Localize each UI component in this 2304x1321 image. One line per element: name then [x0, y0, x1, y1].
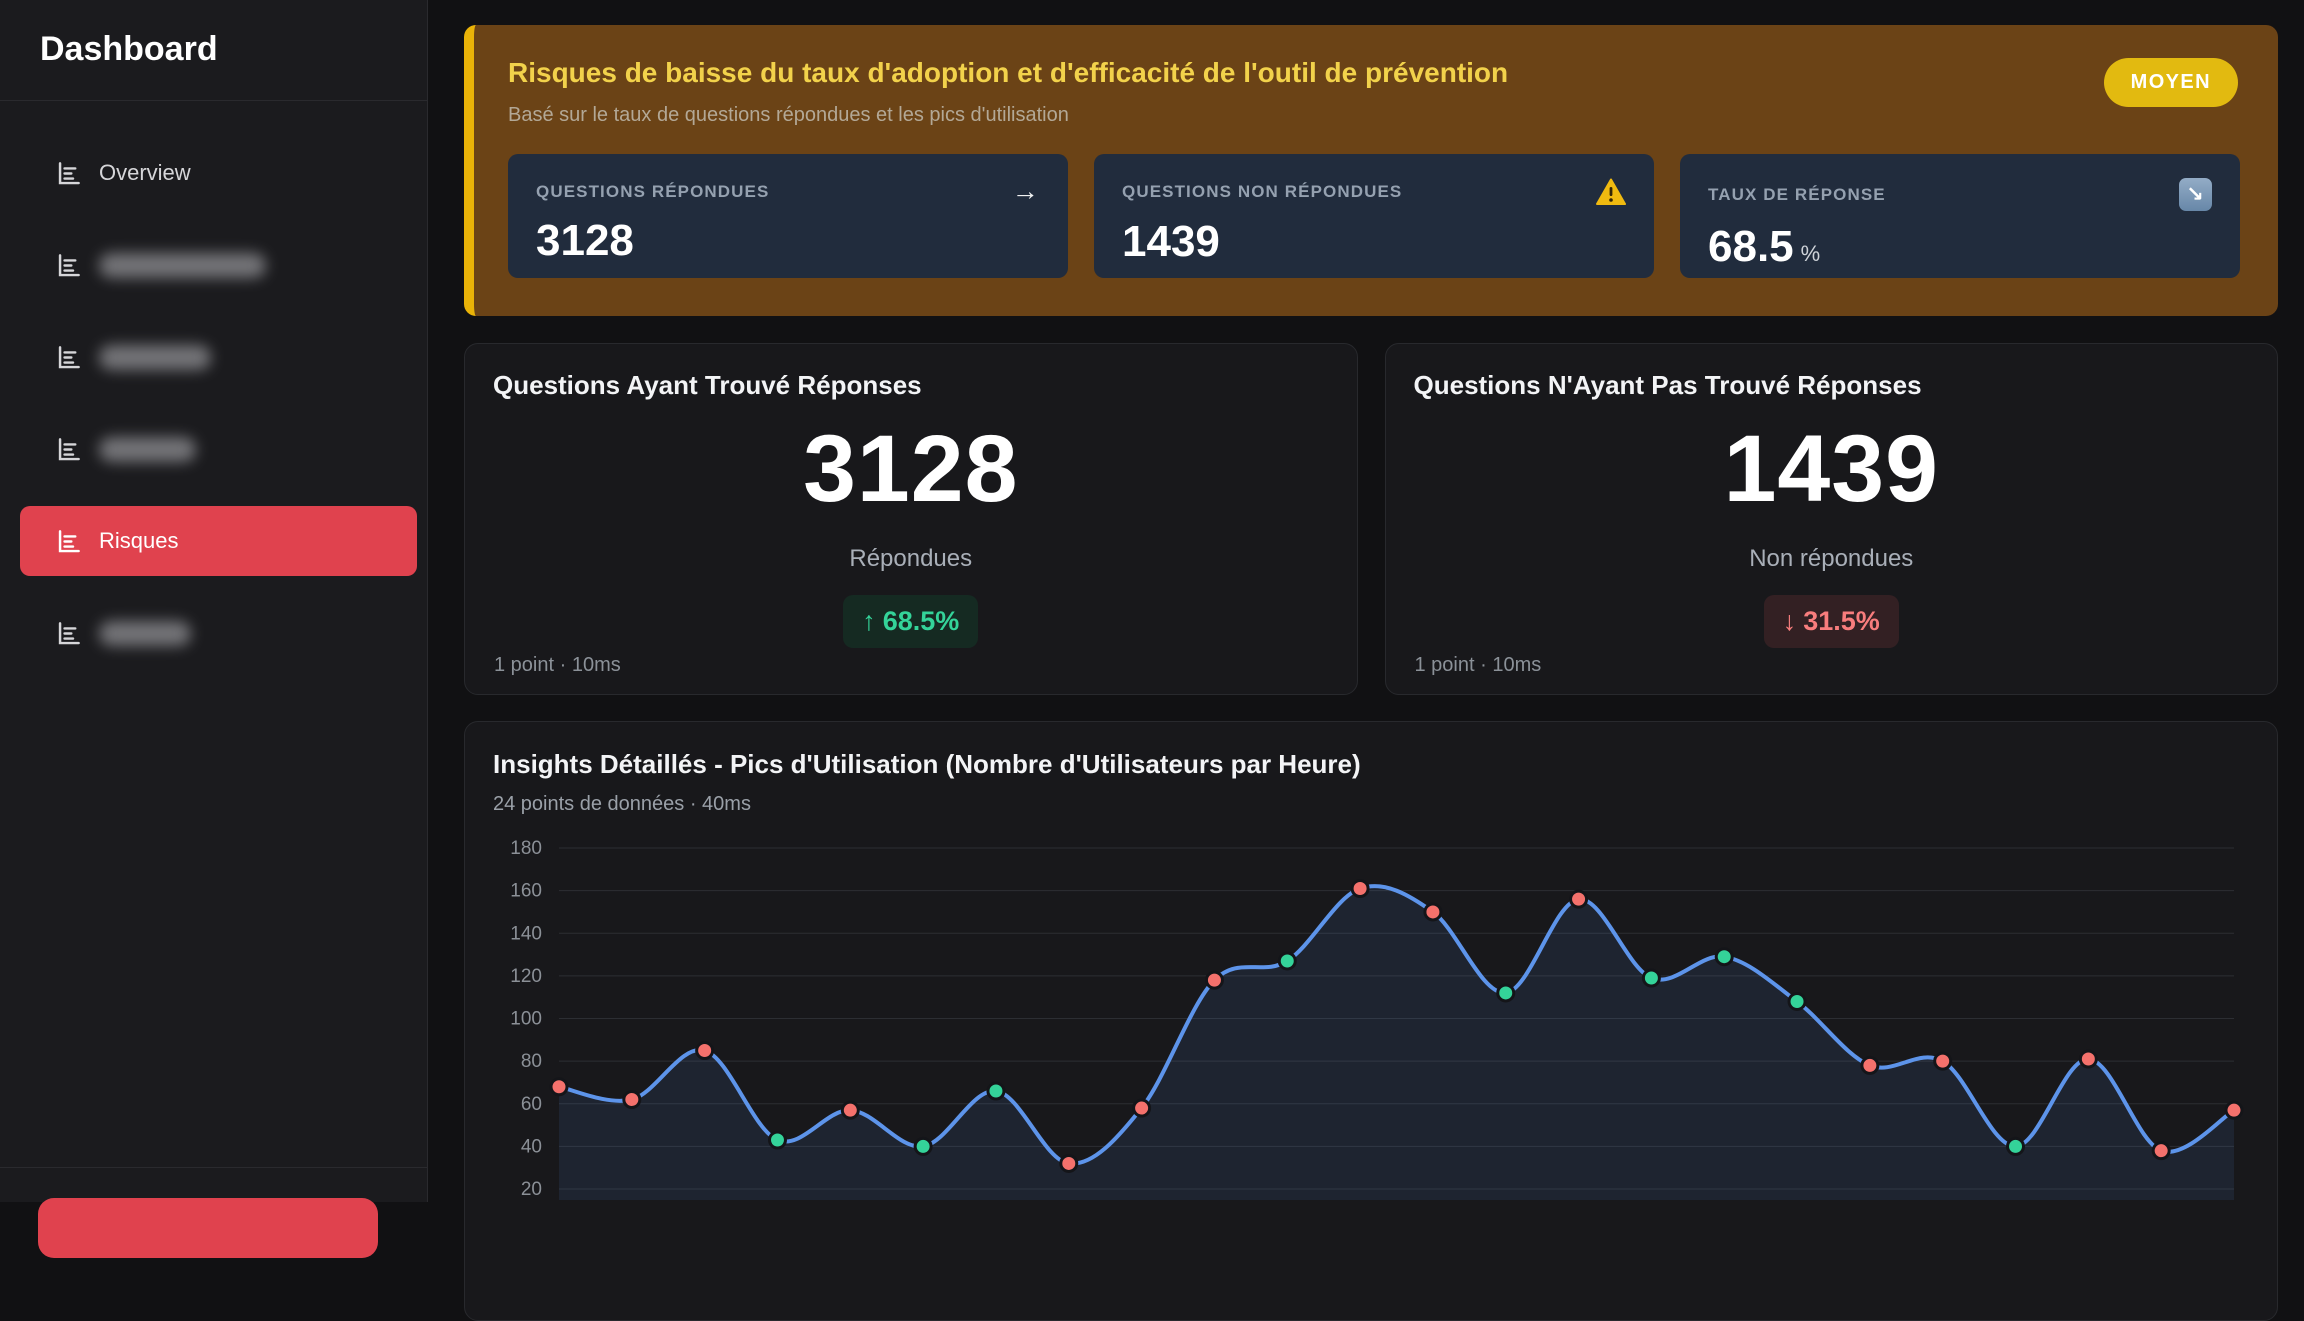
sidebar: Dashboard Overview Risques — [0, 0, 428, 1202]
usage-insights-card: Insights Détaillés - Pics d'Utilisation … — [464, 721, 2278, 1321]
stat-questions-non-repondues: QUESTIONS NON RÉPONDUES 1439 — [1094, 154, 1654, 278]
arrow-down-icon: ↓ — [1783, 606, 1797, 636]
svg-text:20: 20 — [521, 1179, 542, 1200]
kpi-value: 1439 — [1386, 422, 2278, 517]
svg-text:180: 180 — [510, 838, 542, 859]
card-questions-repondues: Questions Ayant Trouvé Réponses 3128 Rép… — [464, 343, 1358, 695]
card-questions-non-repondues: Questions N'Ayant Pas Trouvé Réponses 14… — [1385, 343, 2279, 695]
risk-alert-banner: Risques de baisse du taux d'adoption et … — [464, 25, 2278, 316]
svg-text:60: 60 — [521, 1094, 542, 1115]
stat-questions-repondues: QUESTIONS RÉPONDUES → 3128 — [508, 154, 1068, 278]
sidebar-item-overview[interactable]: Overview — [20, 138, 417, 208]
alert-title: Risques de baisse du taux d'adoption et … — [508, 57, 2240, 89]
dashboard-page: { "sidebar": { "title": "Dashboard", "it… — [0, 0, 2304, 1202]
main-content: Risques de baisse du taux d'adoption et … — [429, 0, 2304, 1202]
redacted-label — [99, 437, 196, 462]
sidebar-bottom-divider — [0, 1167, 427, 1168]
bar-chart-icon — [55, 344, 82, 371]
sidebar-item-redacted-3[interactable] — [20, 414, 417, 484]
sidebar-item-label: Risques — [99, 528, 178, 554]
bar-chart-icon — [55, 252, 82, 279]
sidebar-item-label: Overview — [99, 160, 191, 186]
card-footer: 1 point · 10ms — [494, 654, 621, 677]
kpi-value: 3128 — [465, 422, 1357, 517]
sidebar-nav: Overview Risques — [0, 101, 427, 668]
kpi-cards-row: Questions Ayant Trouvé Réponses 3128 Rép… — [464, 343, 2278, 695]
stat-label: QUESTIONS NON RÉPONDUES — [1122, 182, 1402, 202]
bar-chart-icon — [55, 620, 82, 647]
app-title: Dashboard — [0, 0, 427, 64]
stat-taux-de-reponse: TAUX DE RÉPONSE ↘ 68.5% — [1680, 154, 2240, 278]
stat-value: 1439 — [1122, 217, 1626, 267]
arrow-down-right-icon: ↘ — [2179, 178, 2212, 211]
delta-badge-down: ↓31.5% — [1764, 595, 1899, 648]
card-title: Questions Ayant Trouvé Réponses — [493, 370, 1329, 401]
redacted-label — [99, 345, 211, 370]
kpi-label: Non répondues — [1386, 545, 2278, 573]
svg-text:120: 120 — [510, 966, 542, 987]
arrow-up-icon: ↑ — [862, 606, 876, 636]
sidebar-item-redacted-1[interactable] — [20, 230, 417, 300]
sidebar-item-redacted-4[interactable] — [20, 598, 417, 668]
stat-unit: % — [1801, 241, 1821, 266]
kpi-label: Répondues — [465, 545, 1357, 573]
chart-subtitle: 24 points de données · 40ms — [493, 793, 2249, 816]
severity-badge: MOYEN — [2104, 58, 2238, 107]
svg-text:100: 100 — [510, 1009, 542, 1030]
stat-label: TAUX DE RÉPONSE — [1708, 185, 1886, 205]
arrow-right-icon: → — [1012, 178, 1040, 205]
stat-value: 3128 — [536, 216, 1040, 266]
redacted-label — [99, 621, 191, 646]
svg-text:160: 160 — [510, 881, 542, 902]
stat-label: QUESTIONS RÉPONDUES — [536, 182, 769, 202]
svg-text:80: 80 — [521, 1051, 542, 1072]
stat-value: 68.5% — [1708, 222, 2212, 272]
redacted-label — [99, 253, 266, 278]
bar-chart-icon — [55, 528, 82, 555]
alert-subtitle: Basé sur le taux de questions répondues … — [508, 104, 2240, 127]
bar-chart-icon — [55, 436, 82, 463]
sidebar-item-redacted-2[interactable] — [20, 322, 417, 392]
card-footer: 1 point · 10ms — [1415, 654, 1542, 677]
usage-line-chart: 180 160 140 120 100 80 60 40 20 — [499, 832, 2259, 1200]
card-title: Questions N'Ayant Pas Trouvé Réponses — [1414, 370, 2250, 401]
sidebar-bottom-button[interactable] — [38, 1198, 378, 1258]
alert-stats-row: QUESTIONS RÉPONDUES → 3128 QUESTIONS NON… — [508, 154, 2240, 278]
bar-chart-icon — [55, 160, 82, 187]
warning-icon — [1596, 178, 1626, 206]
svg-text:40: 40 — [521, 1136, 542, 1157]
svg-text:140: 140 — [510, 923, 542, 944]
delta-badge-up: ↑68.5% — [843, 595, 978, 648]
chart-title: Insights Détaillés - Pics d'Utilisation … — [493, 749, 2249, 780]
sidebar-item-risques[interactable]: Risques — [20, 506, 417, 576]
